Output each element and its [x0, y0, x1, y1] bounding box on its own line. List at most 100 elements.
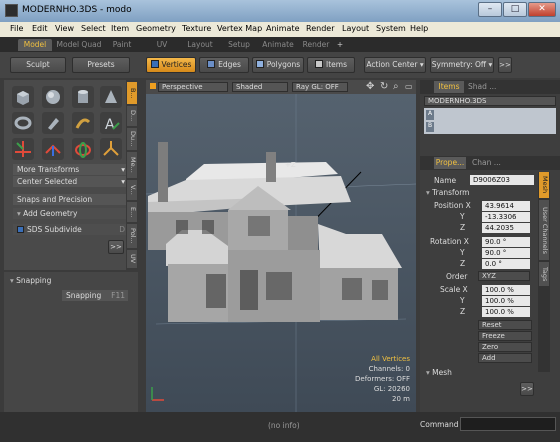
maximize-viewport-icon[interactable]: ▭	[405, 82, 413, 91]
tab-polygon[interactable]: Pol...	[127, 224, 137, 248]
sds-subdivide-button[interactable]: SDS Subdivide D	[13, 224, 129, 235]
tab-animate[interactable]: Animate	[260, 39, 296, 51]
scene-dropdown[interactable]: MODERNHO.3DS	[424, 96, 556, 106]
rotate-view-icon[interactable]: ↻	[380, 81, 388, 92]
menu-render[interactable]: Render	[306, 24, 334, 33]
scale-tool-icon[interactable]	[72, 138, 94, 160]
rotation-y-field[interactable]: 90.0 °	[482, 248, 530, 258]
tab-mesh-edit[interactable]: Me...	[127, 152, 137, 178]
scale-x-field[interactable]: 100.0 %	[482, 285, 530, 295]
tab-properties[interactable]: Prope...	[434, 157, 466, 169]
menu-select[interactable]: Select	[81, 24, 106, 33]
pen-tool-icon[interactable]	[42, 112, 64, 134]
edges-mode-button[interactable]: Edges	[199, 57, 249, 73]
command-input[interactable]	[460, 417, 556, 431]
reset-button[interactable]: Reset	[478, 320, 532, 330]
bend-tool-icon[interactable]	[72, 112, 94, 134]
menu-file[interactable]: File	[10, 24, 23, 33]
menu-system[interactable]: System	[376, 24, 406, 33]
tab-model[interactable]: Model	[18, 39, 52, 51]
cylinder-tool-icon[interactable]	[72, 86, 94, 108]
tab-deform[interactable]: D...	[127, 106, 137, 126]
polygons-mode-button[interactable]: Polygons	[252, 57, 304, 73]
perspective-dropdown[interactable]: Perspective	[158, 82, 228, 92]
menu-help[interactable]: Help	[410, 24, 428, 33]
tab-channels[interactable]: Chan ...	[472, 157, 506, 169]
position-z-field[interactable]: 44.2035	[482, 223, 530, 233]
expand-properties-button[interactable]: >>	[520, 382, 534, 396]
rotate-tool-icon[interactable]	[42, 138, 64, 160]
vertices-mode-button[interactable]: Vertices	[146, 57, 196, 73]
menu-item[interactable]: Item	[111, 24, 129, 33]
rotation-z-field[interactable]: 0.0 °	[482, 259, 530, 269]
cube-tool-icon[interactable]	[12, 86, 34, 108]
menu-view[interactable]: View	[55, 24, 74, 33]
pan-icon[interactable]: ✥	[366, 81, 374, 92]
tab-vertex[interactable]: V...	[127, 180, 137, 200]
expand-toolbar-button[interactable]: >>	[498, 57, 512, 73]
tab-user-channels[interactable]: User Channels	[539, 200, 549, 260]
zero-button[interactable]: Zero	[478, 342, 532, 352]
rotation-x-field[interactable]: 90.0 °	[482, 237, 530, 247]
maximize-button[interactable]: □	[503, 2, 527, 17]
menu-vertex-map[interactable]: Vertex Map	[217, 24, 262, 33]
menu-edit[interactable]: Edit	[32, 24, 48, 33]
move-tool-icon[interactable]	[12, 138, 34, 160]
zoom-icon[interactable]: ⌕	[393, 81, 399, 92]
ray-gl-toggle[interactable]: Ray GL: OFF	[292, 82, 348, 92]
tab-layout[interactable]: Layout	[184, 39, 216, 51]
transform-tool-icon[interactable]	[100, 138, 122, 160]
position-y-field[interactable]: -13.3306	[482, 212, 530, 222]
expand-tools-button[interactable]: >>	[108, 240, 124, 254]
sphere-tool-icon[interactable]	[42, 86, 64, 108]
tab-shader-tree[interactable]: Shad ...	[468, 81, 502, 93]
freeze-button[interactable]: Freeze	[478, 331, 532, 341]
menu-texture[interactable]: Texture	[182, 24, 211, 33]
shaded-dropdown[interactable]: Shaded	[232, 82, 288, 92]
tab-tags[interactable]: Tags	[539, 262, 549, 286]
snapping-header[interactable]: ▾ Snapping	[10, 276, 51, 285]
snapping-button[interactable]: Snapping F11	[62, 290, 128, 301]
close-button[interactable]: ✕	[528, 2, 556, 17]
tab-uv[interactable]: UV	[150, 39, 174, 51]
tab-paint[interactable]: Paint	[108, 39, 136, 51]
torus-tool-icon[interactable]	[12, 112, 34, 134]
action-center-dropdown[interactable]: Action Center ▾	[364, 57, 426, 73]
tab-model-quad[interactable]: Model Quad	[56, 39, 102, 51]
viewport-menu-icon[interactable]	[150, 83, 156, 89]
center-selected-dropdown[interactable]: Center Selected ▾	[13, 176, 129, 187]
tab-setup[interactable]: Setup	[224, 39, 254, 51]
more-transforms-dropdown[interactable]: More Transforms ▾	[13, 164, 129, 175]
transform-section[interactable]: ▾ Transform	[426, 188, 469, 197]
text-tool-icon[interactable]: A	[100, 112, 122, 134]
3d-viewport[interactable]: Perspective Shaded Ray GL: OFF ✥ ↻ ⌕ ▭ +…	[146, 80, 416, 412]
tab-uv[interactable]: UV	[127, 250, 137, 268]
menu-animate[interactable]: Animate	[266, 24, 300, 33]
tab-basic[interactable]: B...	[127, 82, 137, 104]
add-button[interactable]: Add	[478, 353, 532, 363]
add-geometry-section[interactable]: ▾ Add Geometry	[13, 208, 129, 219]
items-mode-button[interactable]: Items	[307, 57, 355, 73]
minimize-button[interactable]: –	[478, 2, 502, 17]
sculpt-button[interactable]: Sculpt	[10, 57, 66, 73]
symmetry-label: Symmetry: Off	[431, 60, 487, 69]
menu-layout[interactable]: Layout	[342, 24, 369, 33]
name-field[interactable]: D9006Z03	[470, 175, 534, 185]
order-dropdown[interactable]: XYZ	[478, 271, 530, 281]
tab-render[interactable]: Render	[300, 39, 332, 51]
tab-edge[interactable]: E...	[127, 202, 137, 222]
presets-button[interactable]: Presets	[72, 57, 130, 73]
tab-items[interactable]: Items	[434, 81, 464, 93]
mesh-section[interactable]: ▾ Mesh	[426, 368, 452, 377]
tab-mesh[interactable]: Mesh	[539, 172, 549, 198]
scale-z-field[interactable]: 100.0 %	[482, 307, 530, 317]
scale-y-field[interactable]: 100.0 %	[482, 296, 530, 306]
symmetry-dropdown[interactable]: Symmetry: Off ▾	[430, 57, 494, 73]
add-tab-button[interactable]: +	[334, 39, 346, 51]
item-list[interactable]: A B	[424, 108, 556, 134]
position-x-field[interactable]: 43.9614	[482, 201, 530, 211]
snaps-precision-button[interactable]: Snaps and Precision	[13, 194, 129, 205]
menu-geometry[interactable]: Geometry	[136, 24, 176, 33]
cone-tool-icon[interactable]	[100, 86, 122, 108]
tab-duplicate[interactable]: Du...	[127, 128, 137, 150]
